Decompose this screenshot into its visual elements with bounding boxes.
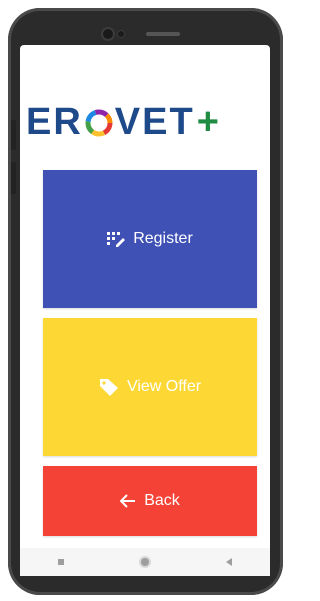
logo-wordmark: ER VET + (26, 101, 221, 144)
back-label: Back (144, 492, 180, 509)
sensor-icon (118, 31, 124, 37)
power-button (11, 162, 16, 194)
logo-text-left: ER (26, 100, 83, 143)
volume-button (11, 120, 16, 150)
logo-text-right: VET (114, 100, 195, 143)
speaker-grille (146, 32, 180, 36)
recent-apps-icon[interactable] (58, 559, 65, 565)
logo-plus: + (196, 100, 221, 143)
register-label: Register (133, 230, 193, 247)
registration-icon (107, 232, 126, 247)
app-logo: ER VET + (26, 93, 256, 151)
home-icon[interactable] (140, 558, 149, 566)
view-offer-label: View Offer (126, 378, 202, 395)
back-button[interactable]: Back (43, 466, 257, 536)
tag-icon (99, 379, 118, 396)
arrow-left-icon (120, 494, 136, 508)
view-offer-button[interactable]: View Offer (43, 318, 257, 456)
logo-ring-icon (85, 109, 113, 137)
system-navbar (20, 548, 270, 576)
register-button[interactable]: Register (43, 170, 257, 308)
front-camera-icon (103, 29, 113, 39)
back-nav-icon[interactable] (225, 558, 232, 566)
